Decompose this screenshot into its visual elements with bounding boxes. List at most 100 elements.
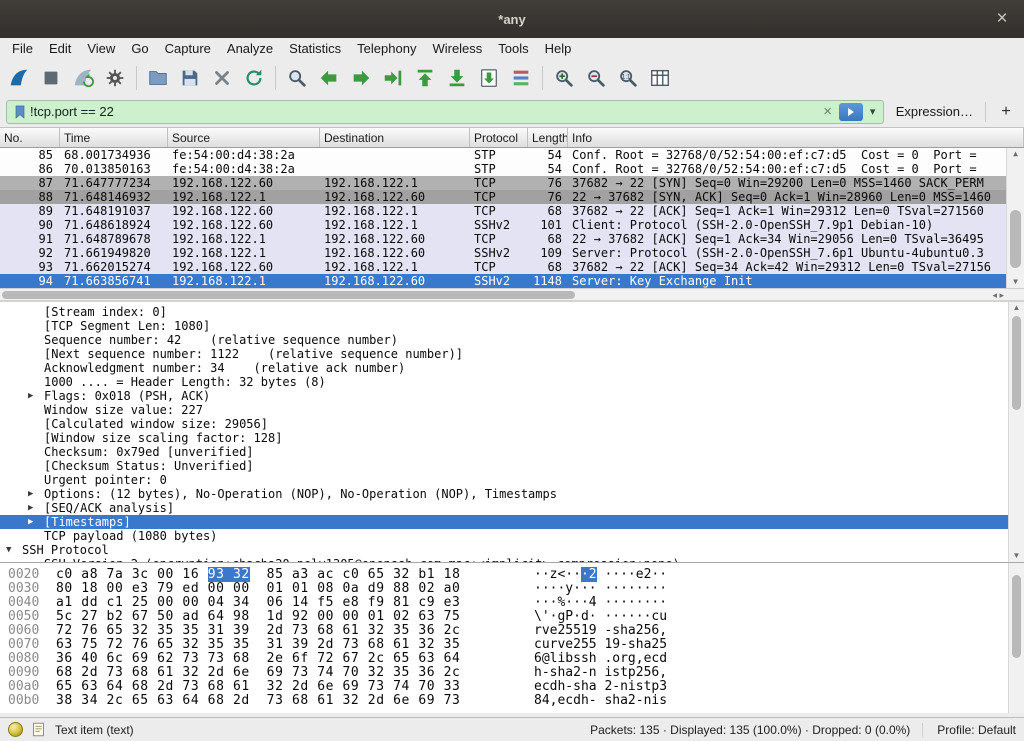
detail-line-3[interactable]: [Next sequence number: 1122 (relative se… [0,347,1008,361]
detail-line-4[interactable]: Acknowledgment number: 34 (relative ack … [0,361,1008,375]
hex-row-00a0[interactable]: 00a065 63 64 68 2d 73 68 61 32 2d 6e 69 … [0,680,1024,694]
go-back-button[interactable] [313,63,345,93]
detail-line-15[interactable]: ▶[Timestamps] [0,515,1008,529]
packet-row-92[interactable]: 9271.661949820192.168.122.1192.168.122.6… [0,246,1006,260]
detail-line-12[interactable]: Urgent pointer: 0 [0,473,1008,487]
detail-line-1[interactable]: [TCP Segment Len: 1080] [0,319,1008,333]
expander-icon[interactable]: ▶ [28,501,44,515]
scroll-down-icon[interactable]: ▼ [1007,276,1024,288]
filter-dropdown-icon[interactable]: ▾ [866,105,880,118]
column-header-destination[interactable]: Destination [320,128,470,147]
hex-row-00b0[interactable]: 00b038 34 2c 65 63 64 68 2d 73 68 61 32 … [0,694,1024,708]
packet-row-87[interactable]: 8771.647777234192.168.122.60192.168.122.… [0,176,1006,190]
packet-row-88[interactable]: 8871.648146932192.168.122.1192.168.122.6… [0,190,1006,204]
expander-icon[interactable]: ▼ [6,543,22,557]
reload-file-button[interactable] [238,63,270,93]
packet-row-90[interactable]: 9071.648618924192.168.122.60192.168.122.… [0,218,1006,232]
menu-capture[interactable]: Capture [157,39,219,58]
scroll-down-icon[interactable]: ▼ [1009,550,1024,562]
detail-line-16[interactable]: TCP payload (1080 bytes) [0,529,1008,543]
save-file-button[interactable] [174,63,206,93]
auto-scroll-button[interactable] [473,63,505,93]
column-header-source[interactable]: Source [168,128,320,147]
detail-line-10[interactable]: Checksum: 0x79ed [unverified] [0,445,1008,459]
zoom-in-button[interactable] [548,63,580,93]
hscroll-thumb[interactable] [2,291,575,299]
filter-clear-icon[interactable]: × [820,103,836,120]
filter-text-field[interactable] [30,104,820,119]
packet-list-hscrollbar[interactable]: ◂ ▸ [0,288,1024,300]
capture-comment-icon[interactable] [31,721,47,739]
menu-tools[interactable]: Tools [490,39,536,58]
go-to-packet-button[interactable] [377,63,409,93]
find-packet-button[interactable] [281,63,313,93]
packet-list-vscrollbar[interactable]: ▲ ▼ [1006,148,1024,288]
display-filter-input[interactable]: × ▾ [6,100,884,124]
start-capture-button[interactable] [3,63,35,93]
window-close-button[interactable]: × [990,7,1014,31]
column-header-protocol[interactable]: Protocol [470,128,528,147]
hex-row-0050[interactable]: 00505c 27 b2 67 50 ad 64 98 1d 92 00 00 … [0,610,1024,624]
go-forward-button[interactable] [345,63,377,93]
packet-row-86[interactable]: 8670.013850163fe:54:00:d4:38:2aSTP54Conf… [0,162,1006,176]
scroll-up-icon[interactable]: ▲ [1009,302,1024,314]
add-filter-button[interactable]: + [994,101,1018,123]
filter-bookmark-icon[interactable] [10,102,30,122]
vscroll-thumb[interactable] [1012,575,1021,658]
detail-line-5[interactable]: 1000 .... = Header Length: 32 bytes (8) [0,375,1008,389]
resize-columns-button[interactable] [644,63,676,93]
packet-row-85[interactable]: 8568.001734936fe:54:00:d4:38:2aSTP54Conf… [0,148,1006,162]
detail-line-9[interactable]: [Window size scaling factor: 128] [0,431,1008,445]
column-header-info[interactable]: Info [568,128,1024,147]
hex-row-0040[interactable]: 0040a1 dd c1 25 00 00 04 34 06 14 f5 e8 … [0,596,1024,610]
menu-view[interactable]: View [79,39,123,58]
hex-vscrollbar[interactable] [1008,563,1024,713]
filter-apply-button[interactable] [839,103,863,121]
detail-line-2[interactable]: Sequence number: 42 (relative sequence n… [0,333,1008,347]
hex-row-0070[interactable]: 007063 75 72 76 65 32 35 35 31 39 2d 73 … [0,638,1024,652]
column-header-time[interactable]: Time [60,128,168,147]
menu-go[interactable]: Go [123,39,156,58]
column-header-no[interactable]: No. [0,128,60,147]
detail-line-6[interactable]: ▶Flags: 0x018 (PSH, ACK) [0,389,1008,403]
detail-line-14[interactable]: ▶[SEQ/ACK analysis] [0,501,1008,515]
menu-telephony[interactable]: Telephony [349,39,424,58]
packet-row-93[interactable]: 9371.662015274192.168.122.60192.168.122.… [0,260,1006,274]
detail-line-17[interactable]: ▼SSH Protocol [0,543,1008,557]
column-header-length[interactable]: Length [528,128,568,147]
hex-row-0020[interactable]: 0020c0 a8 7a 3c 00 16 93 32 85 a3 ac c0 … [0,568,1024,582]
hscroll-arrows[interactable]: ◂ ▸ [992,289,1004,301]
vscroll-thumb[interactable] [1010,210,1021,269]
expander-icon[interactable]: ▶ [28,515,44,529]
colorize-button[interactable] [505,63,537,93]
scroll-up-icon[interactable]: ▲ [1007,148,1024,160]
hex-row-0030[interactable]: 003080 18 00 e3 79 ed 00 00 01 01 08 0a … [0,582,1024,596]
menu-analyze[interactable]: Analyze [219,39,281,58]
status-profile[interactable]: Profile: Default [922,723,1016,737]
expander-icon[interactable]: ▶ [28,487,44,501]
close-file-button[interactable] [206,63,238,93]
restart-capture-button[interactable] [67,63,99,93]
detail-line-13[interactable]: ▶Options: (12 bytes), No-Operation (NOP)… [0,487,1008,501]
stop-capture-button[interactable] [35,63,67,93]
zoom-out-button[interactable] [580,63,612,93]
zoom-original-button[interactable]: 1:1 [612,63,644,93]
detail-line-8[interactable]: [Calculated window size: 29056] [0,417,1008,431]
expander-icon[interactable]: ▶ [28,389,44,403]
hex-row-0080[interactable]: 008036 40 6c 69 62 73 73 68 2e 6f 72 67 … [0,652,1024,666]
packet-row-89[interactable]: 8971.648191037192.168.122.60192.168.122.… [0,204,1006,218]
title-bar[interactable]: *any × [0,0,1024,38]
hex-row-0090[interactable]: 009068 2d 73 68 61 32 2d 6e 69 73 74 70 … [0,666,1024,680]
detail-line-0[interactable]: [Stream index: 0] [0,305,1008,319]
packet-row-94[interactable]: 9471.663856741192.168.122.1192.168.122.6… [0,274,1006,288]
detail-vscrollbar[interactable]: ▲ ▼ [1008,302,1024,562]
go-first-button[interactable] [409,63,441,93]
menu-file[interactable]: File [4,39,41,58]
go-last-button[interactable] [441,63,473,93]
detail-line-11[interactable]: [Checksum Status: Unverified] [0,459,1008,473]
vscroll-thumb[interactable] [1012,316,1021,410]
menu-help[interactable]: Help [537,39,580,58]
menu-statistics[interactable]: Statistics [281,39,349,58]
open-file-button[interactable] [142,63,174,93]
menu-wireless[interactable]: Wireless [424,39,490,58]
